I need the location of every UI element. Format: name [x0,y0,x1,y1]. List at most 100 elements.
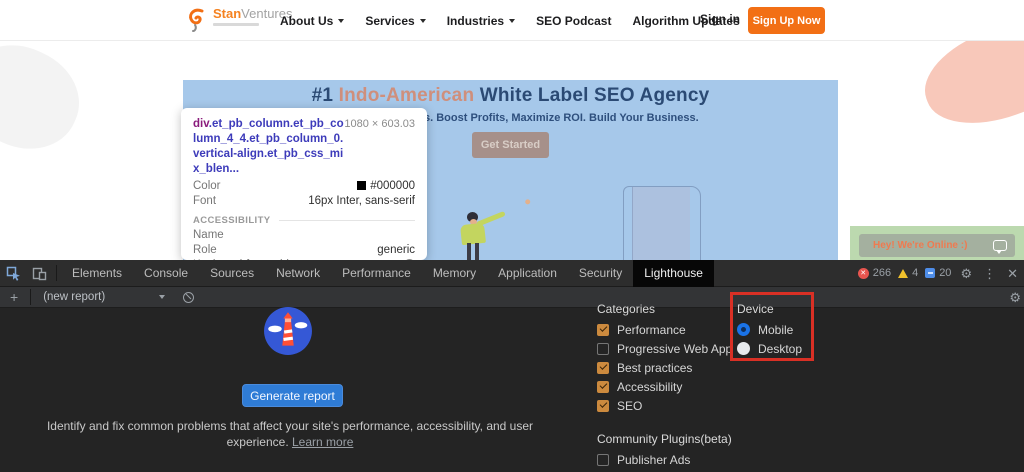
report-select-dropdown[interactable]: (new report) [35,291,173,303]
color-hex: #000000 [370,180,415,192]
brand-primary: Stan [213,6,241,21]
tooltip-selector-row: div.et_pb_column.et_pb_column_4_4.et_pb_… [193,117,415,177]
settings-gear-icon[interactable]: ⚙ [958,260,974,287]
tooltip-dimensions: 1080 × 603.03 [344,117,415,130]
font-label: Font [193,195,216,207]
divider [56,265,57,281]
radio-unselected-icon [737,342,750,355]
site-logo[interactable]: StanVentures [186,7,293,33]
devtools-panel: Elements Console Sources Network Perform… [0,260,1024,472]
nav-label: Industries [447,14,504,28]
chevron-down-icon [338,19,344,23]
logo-tagline [213,23,259,26]
community-plugins-title: Community Plugins(beta) [597,432,732,446]
issues-count: 20 [939,267,951,279]
tab-lighthouse[interactable]: Lighthouse [633,260,714,287]
lighthouse-toolbar: + (new report) ⚙ [0,287,1024,308]
tab-memory[interactable]: Memory [422,260,487,287]
issues-badge[interactable]: 20 [925,267,951,279]
nav-label: About Us [280,14,333,28]
tab-security[interactable]: Security [568,260,633,287]
option-label: Mobile [758,323,793,337]
divider [30,289,31,305]
main-nav: About Us Services Industries SEO Podcast… [280,0,740,41]
chat-message: Hey! We're Online :) [873,240,967,251]
tab-elements[interactable]: Elements [61,260,133,287]
devtools-tabbar: Elements Console Sources Network Perform… [0,260,1024,287]
option-label: Publisher Ads [617,453,690,467]
chat-online-pill[interactable]: Hey! We're Online :) [859,234,1015,257]
tab-application[interactable]: Application [487,260,568,287]
accessibility-label: ACCESSIBILITY [193,215,271,226]
nav-item-services[interactable]: Services [365,14,425,28]
error-icon [858,268,869,279]
option-label: Progressive Web App [617,342,732,356]
option-label: Accessibility [617,380,682,394]
new-report-plus-icon[interactable]: + [0,289,26,305]
tab-console[interactable]: Console [133,260,199,287]
gray-blob-decoration [0,28,95,167]
person-legs [467,243,479,260]
device-toolbar-icon[interactable] [26,260,52,287]
report-name: (new report) [43,291,105,303]
tab-sources[interactable]: Sources [199,260,265,287]
checkbox-accessibility[interactable]: Accessibility [597,380,732,393]
name-label: Name [193,229,224,241]
checkbox-progressive-web-app[interactable]: Progressive Web App [597,342,732,355]
tooltip-font-row: Font 16px Inter, sans-serif [193,195,415,207]
role-value: generic [377,244,415,256]
warning-badge[interactable]: 4 [898,267,918,279]
checkbox-checked-icon [597,362,609,374]
learn-more-link[interactable]: Learn more [292,435,353,449]
tooltip-selector: div.et_pb_column.et_pb_column_4_4.et_pb_… [193,117,344,177]
nav-item-industries[interactable]: Industries [447,14,515,28]
hero-title-number: #1 [312,85,334,106]
hero-title: #1 Indo-American White Label SEO Agency [183,85,838,107]
nav-item-seo-podcast[interactable]: SEO Podcast [536,14,611,28]
nav-item-about-us[interactable]: About Us [280,14,344,28]
warning-count: 4 [912,267,918,279]
clear-reports-icon[interactable] [183,292,194,303]
option-label: Performance [617,323,686,337]
kebab-menu-icon[interactable]: ⋮ [981,260,998,287]
categories-section: Categories Performance Progressive Web A… [597,302,732,418]
lighthouse-logo [263,306,313,356]
keyboard-focusable-value [404,259,415,260]
radio-selected-icon [737,323,750,336]
logo-swirl-icon [186,7,208,33]
tooltip-role-row: Role generic [193,244,415,256]
devtools-status-cluster: 266 4 20 ⚙ ⋮ ✕ [858,260,1024,287]
radio-mobile[interactable]: Mobile [737,323,802,336]
option-label: Desktop [758,342,802,356]
hero-subtitle: s. Boost Profits, Maximize ROI. Build Yo… [424,112,699,124]
checkbox-best-practices[interactable]: Best practices [597,361,732,374]
lighthouse-panel: Generate report Identify and fix common … [0,308,1024,472]
checkbox-publisher-ads[interactable]: Publisher Ads [597,453,732,466]
person-body [460,223,486,245]
radio-desktop[interactable]: Desktop [737,342,802,355]
community-plugins-section: Community Plugins(beta) Publisher Ads [597,432,732,472]
tooltip-keyboard-row: Keyboard-focusable [193,259,415,260]
sign-in-link[interactable]: Sign in [700,12,740,26]
color-label: Color [193,180,220,192]
close-devtools-icon[interactable]: ✕ [1005,260,1020,287]
issues-icon [925,268,935,278]
tab-performance[interactable]: Performance [331,260,422,287]
lighthouse-settings-gear-icon[interactable]: ⚙ [1007,284,1024,311]
sign-up-button[interactable]: Sign Up Now [748,7,825,34]
tooltip-name-row: Name [193,229,415,241]
error-count: 266 [873,267,891,279]
error-badge[interactable]: 266 [858,267,891,279]
checkbox-unchecked-icon [597,454,609,466]
person-illustration [451,212,511,260]
nav-label: SEO Podcast [536,14,611,28]
checkbox-seo[interactable]: SEO [597,399,732,412]
description-text: Identify and fix common problems that af… [47,419,533,449]
get-started-button[interactable]: Get Started [472,132,549,158]
inspect-element-icon[interactable] [0,260,26,287]
generate-report-button[interactable]: Generate report [242,384,343,407]
checkbox-performance[interactable]: Performance [597,323,732,336]
tab-network[interactable]: Network [265,260,331,287]
device-title: Device [737,302,802,316]
selector-classes: .et_pb_column.et_pb_column_4_4.et_pb_col… [193,118,344,175]
